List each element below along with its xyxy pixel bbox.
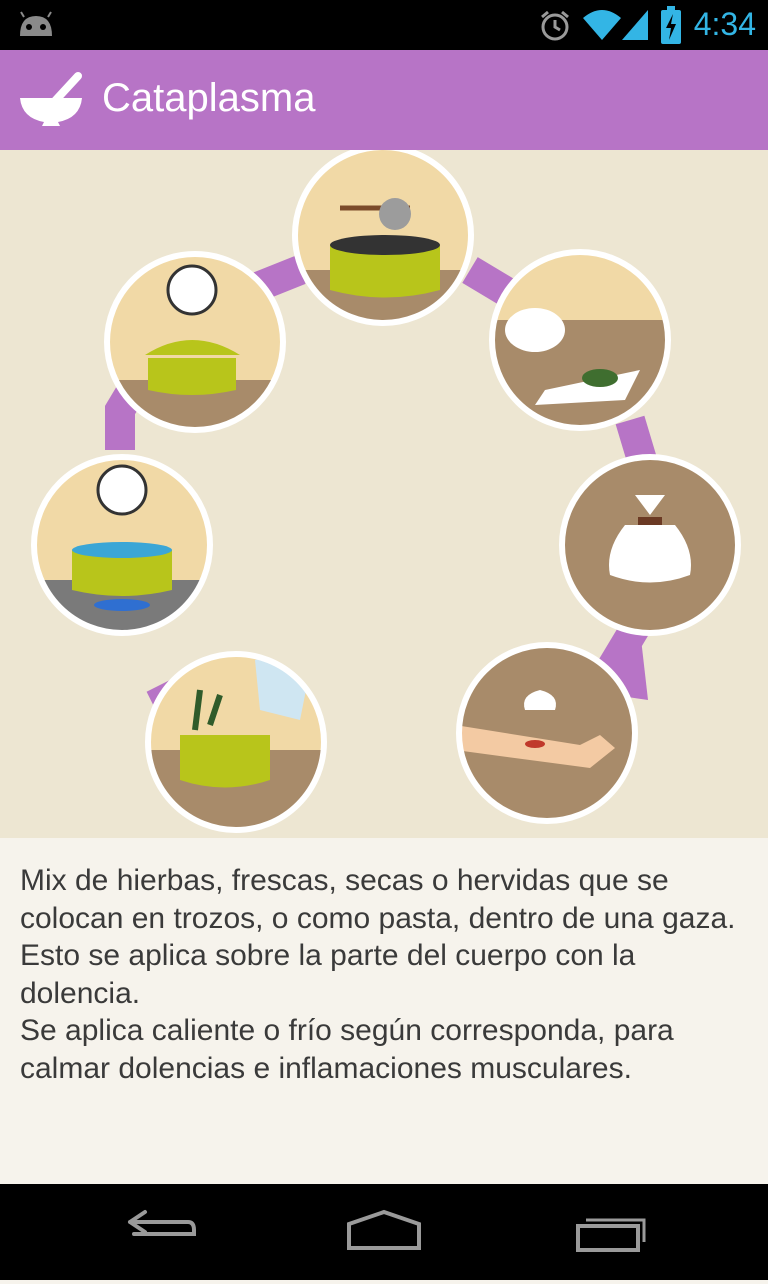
alarm-icon xyxy=(541,10,569,41)
status-time: 4:34 xyxy=(693,6,756,42)
home-button[interactable] xyxy=(314,1184,454,1280)
battery-icon xyxy=(661,6,681,44)
android-icon xyxy=(20,11,52,36)
description-text: Mix de hierbas, frescas, secas o hervida… xyxy=(20,864,736,1085)
signal-icon xyxy=(622,10,648,40)
content-area: Mix de hierbas, frescas, secas o hervida… xyxy=(0,838,768,1184)
status-bar: 4:34 xyxy=(0,0,768,50)
poultice-steps-illustration xyxy=(0,144,768,838)
action-bar: Cataplasma xyxy=(0,50,768,150)
navigation-bar xyxy=(0,1184,768,1280)
recent-apps-button[interactable] xyxy=(540,1184,680,1280)
home-icon xyxy=(347,1209,421,1250)
back-icon xyxy=(128,1210,196,1236)
wifi-icon xyxy=(583,10,621,40)
page-title: Cataplasma xyxy=(102,76,316,120)
mortar-pestle-icon[interactable] xyxy=(18,72,84,128)
back-button[interactable] xyxy=(90,1184,230,1280)
recent-apps-icon xyxy=(576,1218,646,1252)
